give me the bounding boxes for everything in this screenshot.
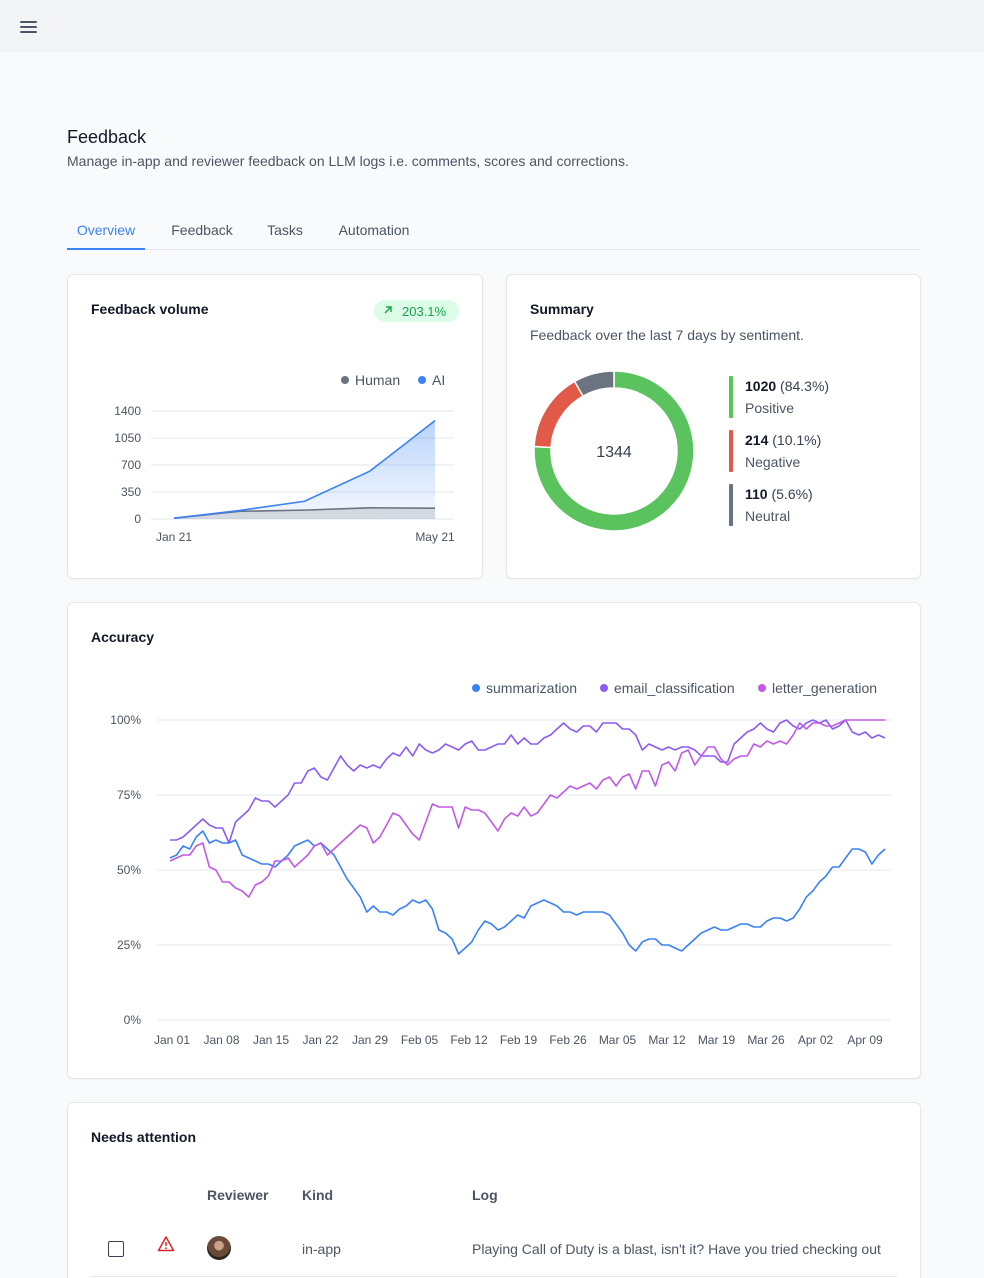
neutral-color-bar — [729, 484, 733, 526]
x-tick-label: Jan 01 — [154, 1033, 190, 1047]
legend-dot-icon — [758, 684, 766, 692]
summary-card: Summary Feedback over the last 7 days by… — [506, 274, 921, 579]
x-tick-label: Jan 21 — [156, 530, 192, 544]
y-tick-label: 1050 — [114, 431, 141, 445]
summarization-series-line — [169, 830, 886, 955]
feedback-volume-card: Feedback volume 203.1% Human AI 0 350 700 1… — [67, 274, 483, 579]
legend-dot-icon — [600, 684, 608, 692]
warning-triangle-icon — [157, 1235, 175, 1258]
tab-bar: Overview Feedback Tasks Automation — [67, 210, 920, 250]
x-tick-label: Apr 09 — [847, 1033, 883, 1047]
trend-up-arrow-icon — [382, 304, 394, 319]
legend-item-letter-generation[interactable]: letter_generation — [758, 680, 877, 696]
accuracy-card: Accuracy summarization email_classificat… — [67, 602, 921, 1079]
feedback-volume-title: Feedback volume — [91, 301, 209, 317]
y-tick-label: 100% — [110, 713, 141, 727]
x-tick-label: Mar 26 — [747, 1033, 785, 1047]
x-tick-label: Mar 05 — [599, 1033, 637, 1047]
donut-center-label: 1344 — [596, 444, 632, 461]
top-bar — [0, 0, 984, 52]
legend-dot-icon — [418, 376, 426, 384]
x-tick-label: Mar 12 — [648, 1033, 686, 1047]
y-tick-label: 50% — [117, 863, 141, 877]
legend-item-human[interactable]: Human — [341, 372, 400, 388]
y-tick-label: 350 — [121, 485, 141, 499]
y-tick-label: 0% — [124, 1013, 142, 1027]
tab-overview[interactable]: Overview — [67, 210, 145, 250]
legend-item-summarization[interactable]: summarization — [472, 680, 577, 696]
column-header-log[interactable]: Log — [472, 1187, 498, 1203]
donut-slice-negative — [533, 380, 585, 449]
x-tick-label: Feb 12 — [450, 1033, 488, 1047]
x-tick-label: Jan 22 — [302, 1033, 338, 1047]
accuracy-title: Accuracy — [91, 629, 155, 645]
hamburger-menu-icon[interactable] — [16, 16, 42, 38]
reviewer-avatar[interactable] — [207, 1236, 231, 1260]
tab-tasks[interactable]: Tasks — [259, 210, 311, 250]
row-kind: in-app — [302, 1241, 341, 1257]
x-tick-label: Jan 15 — [253, 1033, 289, 1047]
ai-area — [174, 420, 435, 519]
positive-color-bar — [729, 376, 733, 418]
summary-item-label: Positive — [745, 400, 795, 416]
legend-dot-icon — [472, 684, 480, 692]
tab-automation[interactable]: Automation — [329, 210, 419, 250]
y-tick-label: 75% — [117, 788, 141, 802]
table-row[interactable]: in-app Playing Call of Duty is a blast, … — [91, 1223, 897, 1277]
row-checkbox[interactable] — [108, 1241, 124, 1257]
x-tick-label: May 21 — [415, 530, 455, 544]
email-classification-series-line — [170, 719, 886, 844]
y-tick-label: 0 — [134, 512, 141, 526]
x-tick-label: Feb 05 — [401, 1033, 439, 1047]
summary-item-value: 1020 (84.3%) — [745, 378, 830, 394]
page-title: Feedback — [67, 127, 147, 147]
summary-item-value: 214 (10.1%) — [745, 432, 822, 448]
y-tick-label: 700 — [121, 458, 141, 472]
growth-badge-value: 203.1% — [402, 304, 447, 319]
column-header-kind[interactable]: Kind — [302, 1187, 333, 1203]
donut-slice-neutral — [573, 370, 615, 398]
sentiment-donut-chart: 1344 — [533, 370, 695, 532]
legend-item-email-classification[interactable]: email_classification — [600, 680, 735, 696]
negative-color-bar — [729, 430, 733, 472]
feedback-volume-chart: 0 350 700 1050 1400 Jan 21 May 21 — [114, 404, 455, 544]
legend-dot-icon — [341, 376, 349, 384]
growth-badge: 203.1% — [374, 300, 459, 322]
x-tick-label: Feb 26 — [549, 1033, 587, 1047]
x-tick-label: Jan 08 — [203, 1033, 239, 1047]
row-log[interactable]: Playing Call of Duty is a blast, isn't i… — [472, 1241, 897, 1257]
summary-title: Summary — [530, 301, 594, 317]
column-header-reviewer[interactable]: Reviewer — [207, 1187, 268, 1203]
tab-feedback[interactable]: Feedback — [161, 210, 243, 250]
y-tick-label: 1400 — [114, 404, 141, 418]
needs-attention-card: Needs attention Reviewer Kind Log in-app… — [67, 1102, 921, 1278]
accuracy-line-chart: 0% 25% 50% 75% 100% Jan 01 Jan 08 Jan 15 Jan 22 J… — [110, 713, 891, 1047]
summary-subtitle: Feedback over the last 7 days by sentime… — [530, 327, 804, 343]
legend-item-ai[interactable]: AI — [418, 372, 445, 388]
x-tick-label: Jan 29 — [352, 1033, 388, 1047]
x-tick-label: Feb 19 — [500, 1033, 538, 1047]
x-tick-label: Apr 02 — [798, 1033, 834, 1047]
summary-item-label: Neutral — [745, 508, 791, 524]
x-tick-label: Mar 19 — [698, 1033, 736, 1047]
summary-item-value: 110 (5.6%) — [745, 486, 813, 502]
needs-attention-title: Needs attention — [91, 1129, 197, 1145]
summary-item-label: Negative — [745, 454, 801, 470]
y-tick-label: 25% — [117, 938, 141, 952]
page-subtitle: Manage in-app and reviewer feedback on L… — [67, 153, 629, 169]
